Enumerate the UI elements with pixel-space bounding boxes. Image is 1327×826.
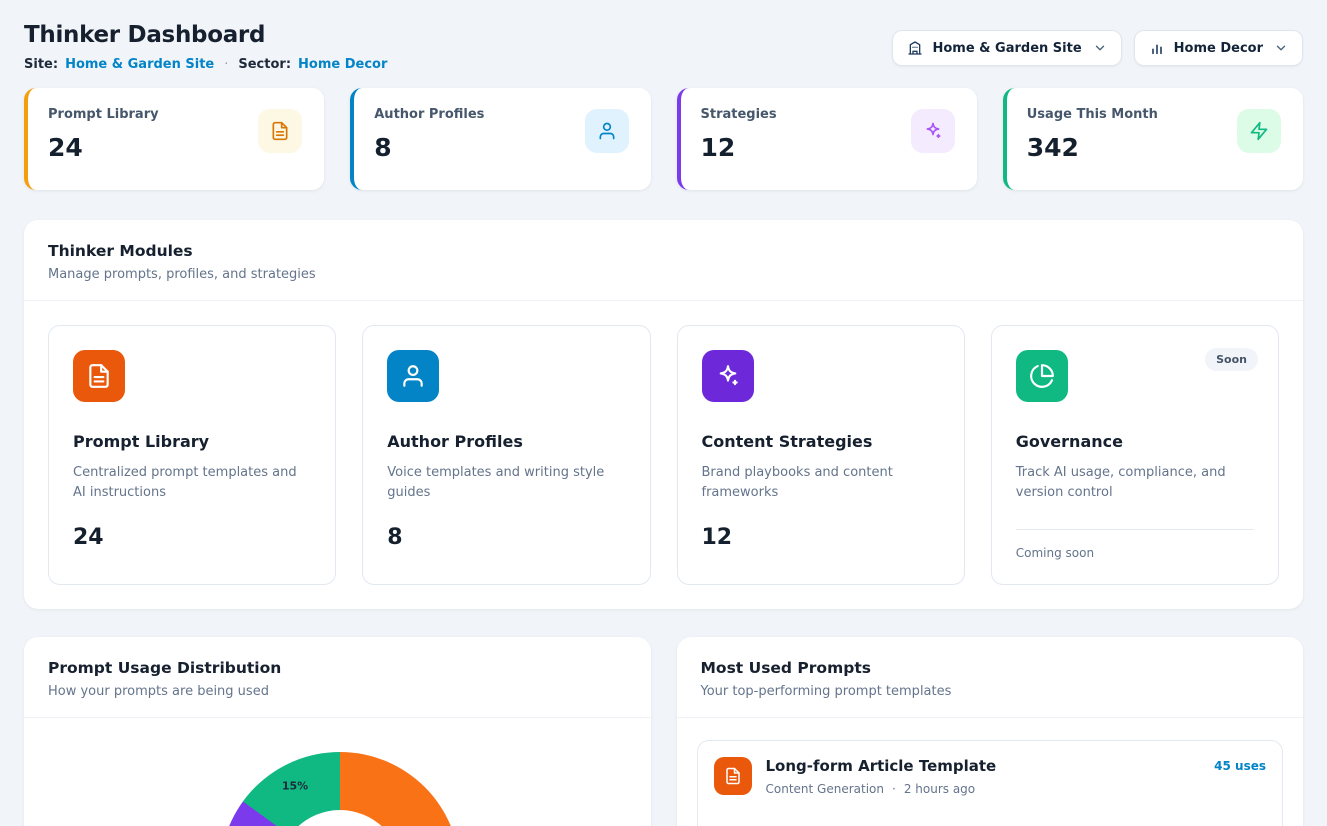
- chevron-down-icon: [1093, 41, 1107, 55]
- stats-row: Prompt Library 24 Author Profiles 8 Stra…: [24, 88, 1303, 190]
- donut-hole: [278, 810, 402, 826]
- module-description: Voice templates and writing style guides: [387, 463, 625, 503]
- prompt-list: Long-form Article Template 45 uses Conte…: [677, 718, 1304, 826]
- stat-card-prompt-library[interactable]: Prompt Library 24: [24, 88, 324, 190]
- module-count: 24: [73, 525, 311, 550]
- modules-grid: Prompt Library Centralized prompt templa…: [24, 301, 1303, 609]
- breadcrumb: Site: Home & Garden Site · Sector: Home …: [24, 57, 387, 72]
- most-used-prompts-card: Most Used Prompts Your top-performing pr…: [677, 637, 1304, 826]
- meta-separator: ·: [892, 782, 896, 796]
- prompt-uses-badge: 45 uses: [1214, 757, 1266, 773]
- most-used-title: Most Used Prompts: [701, 659, 1280, 677]
- sector-selector-label: Home Decor: [1174, 41, 1263, 56]
- modules-title: Thinker Modules: [48, 242, 1279, 260]
- sparkle-star-icon: [911, 109, 955, 153]
- prompt-list-item[interactable]: Long-form Article Template 45 uses Conte…: [697, 740, 1284, 826]
- file-text-icon: [73, 350, 125, 402]
- coming-soon-note: Coming soon: [1016, 529, 1254, 560]
- module-card-prompt-library[interactable]: Prompt Library Centralized prompt templa…: [48, 325, 336, 585]
- usage-distribution-title: Prompt Usage Distribution: [48, 659, 627, 677]
- site-label: Site:: [24, 57, 58, 72]
- site-link[interactable]: Home & Garden Site: [65, 57, 214, 72]
- page-title: Thinker Dashboard: [24, 22, 387, 48]
- pie-chart-icon: [1016, 350, 1068, 402]
- modules-header: Thinker Modules Manage prompts, profiles…: [24, 220, 1303, 301]
- sector-selector-dropdown[interactable]: Home Decor: [1134, 30, 1303, 66]
- user-icon: [387, 350, 439, 402]
- module-count: 12: [702, 525, 940, 550]
- prompt-item-title: Long-form Article Template: [766, 757, 997, 775]
- topbar-left: Thinker Dashboard Site: Home & Garden Si…: [24, 22, 387, 72]
- usage-distribution-header: Prompt Usage Distribution How your promp…: [24, 637, 651, 718]
- module-description: Brand playbooks and content frameworks: [702, 463, 940, 503]
- most-used-header: Most Used Prompts Your top-performing pr…: [677, 637, 1304, 718]
- site-selector-dropdown[interactable]: Home & Garden Site: [892, 30, 1121, 66]
- topbar: Thinker Dashboard Site: Home & Garden Si…: [24, 22, 1303, 72]
- sector-label: Sector:: [238, 57, 291, 72]
- thinker-modules-panel: Thinker Modules Manage prompts, profiles…: [24, 220, 1303, 609]
- topbar-selectors: Home & Garden Site Home Decor: [892, 30, 1303, 66]
- chevron-down-icon: [1274, 41, 1288, 55]
- stat-card-usage[interactable]: Usage This Month 342: [1003, 88, 1303, 190]
- prompt-time: 2 hours ago: [904, 782, 975, 796]
- soon-badge: Soon: [1205, 348, 1258, 371]
- donut-chart: 15%: [220, 752, 460, 826]
- module-description: Track AI usage, compliance, and version …: [1016, 463, 1254, 503]
- module-title: Prompt Library: [73, 432, 311, 451]
- user-icon: [585, 109, 629, 153]
- module-card-author-profiles[interactable]: Author Profiles Voice templates and writ…: [362, 325, 650, 585]
- building-icon: [907, 40, 923, 56]
- most-used-subtitle: Your top-performing prompt templates: [701, 684, 1280, 699]
- file-text-icon: [258, 109, 302, 153]
- site-selector-label: Home & Garden Site: [932, 41, 1081, 56]
- stat-card-author-profiles[interactable]: Author Profiles 8: [350, 88, 650, 190]
- module-title: Author Profiles: [387, 432, 625, 451]
- usage-distribution-card: Prompt Usage Distribution How your promp…: [24, 637, 651, 826]
- stat-card-strategies[interactable]: Strategies 12: [677, 88, 977, 190]
- module-card-content-strategies[interactable]: Content Strategies Brand playbooks and c…: [677, 325, 965, 585]
- donut-segment-label: 15%: [282, 780, 308, 793]
- prompt-category: Content Generation: [766, 782, 884, 796]
- sector-link[interactable]: Home Decor: [298, 57, 387, 72]
- prompt-item-meta: Content Generation · 2 hours ago: [766, 782, 1267, 796]
- module-description: Centralized prompt templates and AI inst…: [73, 463, 311, 503]
- prompt-item-body: Long-form Article Template 45 uses Conte…: [766, 757, 1267, 796]
- module-count: 8: [387, 525, 625, 550]
- bottom-row: Prompt Usage Distribution How your promp…: [24, 637, 1303, 826]
- usage-distribution-subtitle: How your prompts are being used: [48, 684, 627, 699]
- module-title: Governance: [1016, 432, 1254, 451]
- dashboard-page: Thinker Dashboard Site: Home & Garden Si…: [0, 0, 1327, 826]
- module-card-governance[interactable]: Soon Governance Track AI usage, complian…: [991, 325, 1279, 585]
- usage-chart-area: 15%: [24, 718, 651, 826]
- zap-icon: [1237, 109, 1281, 153]
- file-text-icon: [714, 757, 752, 795]
- modules-subtitle: Manage prompts, profiles, and strategies: [48, 267, 1279, 282]
- module-title: Content Strategies: [702, 432, 940, 451]
- bar-chart-icon: [1149, 40, 1165, 56]
- sparkle-star-icon: [702, 350, 754, 402]
- breadcrumb-separator: ·: [221, 57, 231, 72]
